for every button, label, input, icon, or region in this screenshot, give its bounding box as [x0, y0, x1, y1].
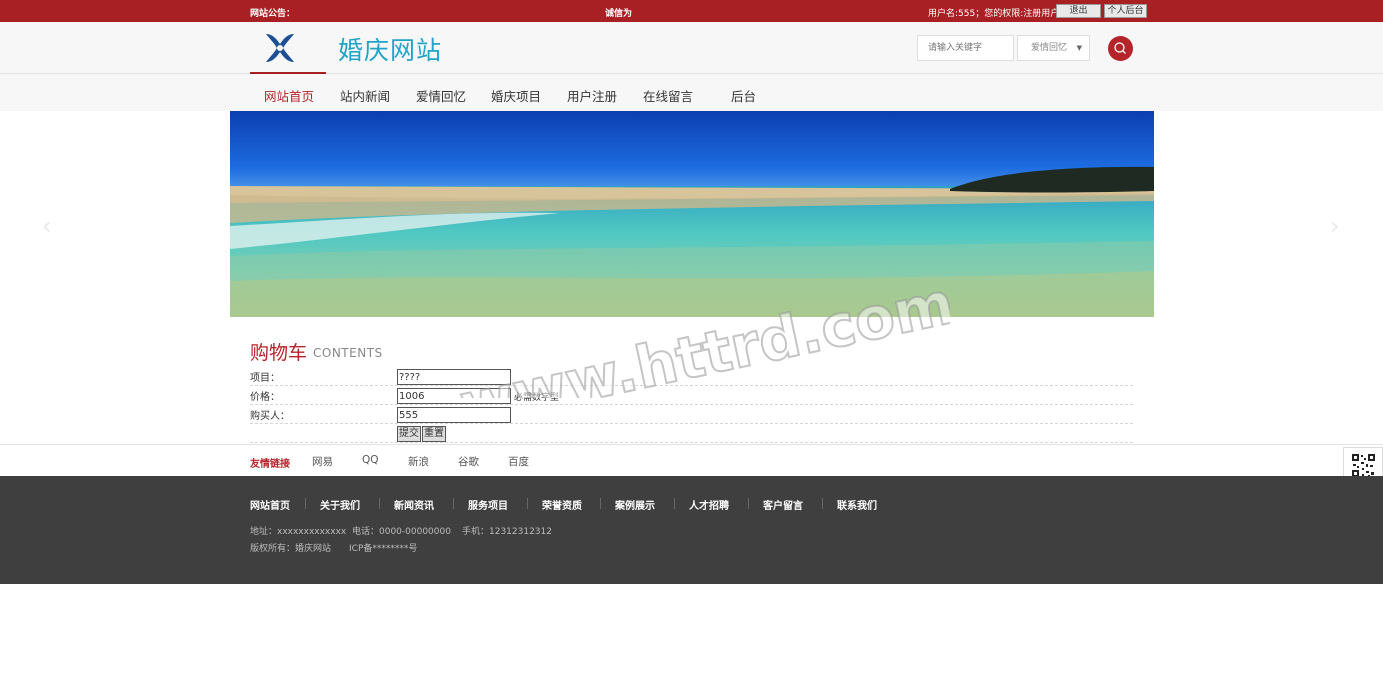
main-nav: 网站首页 站内新闻 爱情回忆 婚庆项目 用户注册 在线留言 后台 [0, 72, 1383, 111]
footer-divider [305, 498, 306, 509]
footer-divider [453, 498, 454, 509]
nav-item-register[interactable]: 用户注册 [567, 86, 617, 105]
footer-phone: 电话：0000-00000000 [352, 527, 451, 537]
footer-mobile: 手机：12312312312 [462, 527, 552, 537]
footer-nav-item[interactable]: 新闻资讯 [394, 497, 434, 512]
buyer-input[interactable] [397, 407, 511, 423]
nav-item-guestbook[interactable]: 在线留言 [643, 86, 693, 105]
search-category-select[interactable]: 爱情回忆 ▼ [1017, 35, 1090, 61]
notice-text: 诚信为 [605, 9, 633, 19]
footer-divider [600, 498, 601, 509]
footer-nav-item[interactable]: 案例展示 [615, 497, 655, 512]
chevron-down-icon: ▼ [1076, 44, 1082, 52]
search-button[interactable] [1108, 36, 1133, 61]
footer-nav-item[interactable]: 联系我们 [837, 497, 877, 512]
user-info: 用户名:555；您的权限:注册用户 [928, 9, 1060, 19]
footer-address: 地址：xxxxxxxxxxxxx [250, 527, 347, 537]
link-item[interactable]: QQ [362, 454, 379, 466]
nav-active-indicator [250, 72, 326, 74]
form-row-price: 价格： 必需数字型 [250, 386, 1133, 405]
item-label: 项目： [250, 373, 280, 384]
item-input[interactable] [397, 369, 511, 385]
form-row-item: 项目： [250, 367, 1133, 386]
banner-next-arrow[interactable]: › [1330, 212, 1340, 240]
site-logo[interactable] [262, 30, 298, 66]
logout-button[interactable]: 退出 [1056, 4, 1101, 18]
top-bar: 网站公告： 诚信为 用户名:555；您的权限:注册用户 退出 个人后台 [0, 0, 1383, 22]
link-item[interactable]: 新浪 [408, 454, 429, 469]
footer-nav-item[interactable]: 网站首页 [250, 497, 290, 512]
header: 婚庆网站 爱情回忆 ▼ [0, 22, 1383, 74]
cart-title: 购物车 [250, 342, 308, 364]
footer-divider [748, 498, 749, 509]
submit-button[interactable]: 提交 [397, 426, 421, 442]
link-item[interactable]: 百度 [508, 454, 529, 469]
footer-copyright: 版权所有：婚庆网站 [250, 544, 332, 554]
nav-item-projects[interactable]: 婚庆项目 [491, 86, 541, 105]
reset-button[interactable]: 重置 [422, 426, 446, 442]
nav-item-news[interactable]: 站内新闻 [340, 86, 390, 105]
footer-nav-item[interactable]: 荣誉资质 [542, 497, 582, 512]
friend-links-label: 友情链接 [250, 459, 290, 470]
footer-nav-item[interactable]: 服务项目 [468, 497, 508, 512]
form-row-actions: 提交 重置 [250, 424, 1133, 443]
personal-admin-button[interactable]: 个人后台 [1104, 4, 1147, 18]
search-input[interactable] [917, 35, 1014, 61]
footer-divider [527, 498, 528, 509]
search-icon [1114, 42, 1126, 54]
footer-divider [379, 498, 380, 509]
buyer-label: 购买人： [250, 411, 290, 422]
footer-divider [674, 498, 675, 509]
site-title: 婚庆网站 [338, 36, 443, 65]
footer-nav-item[interactable]: 客户留言 [763, 497, 803, 512]
nav-item-memories[interactable]: 爱情回忆 [416, 86, 466, 105]
footer-icp: ICP备********号 [349, 544, 418, 554]
price-input[interactable] [397, 388, 511, 404]
form-row-buyer: 购买人： [250, 405, 1133, 424]
link-item[interactable]: 谷歌 [458, 454, 479, 469]
footer-divider [822, 498, 823, 509]
friend-links-bar: 友情链接 网易 QQ 新浪 谷歌 百度 [0, 444, 1383, 476]
footer-nav-item[interactable]: 关于我们 [320, 497, 360, 512]
price-hint: 必需数字型 [514, 393, 560, 403]
notice-label: 网站公告： [250, 9, 296, 19]
nav-item-admin[interactable]: 后台 [731, 86, 756, 105]
cart-subtitle: CONTENTS [313, 346, 383, 360]
search-category-value: 爱情回忆 [1031, 43, 1068, 53]
price-label: 价格： [250, 392, 280, 403]
link-item[interactable]: 网易 [312, 454, 333, 469]
nav-item-home[interactable]: 网站首页 [264, 86, 314, 105]
footer: 网站首页 关于我们 新闻资讯 服务项目 荣誉资质 案例展示 人才招聘 客户留言 … [0, 476, 1383, 584]
banner-image [230, 111, 1154, 317]
footer-nav-item[interactable]: 人才招聘 [689, 497, 729, 512]
banner-prev-arrow[interactable]: ‹ [42, 212, 52, 240]
